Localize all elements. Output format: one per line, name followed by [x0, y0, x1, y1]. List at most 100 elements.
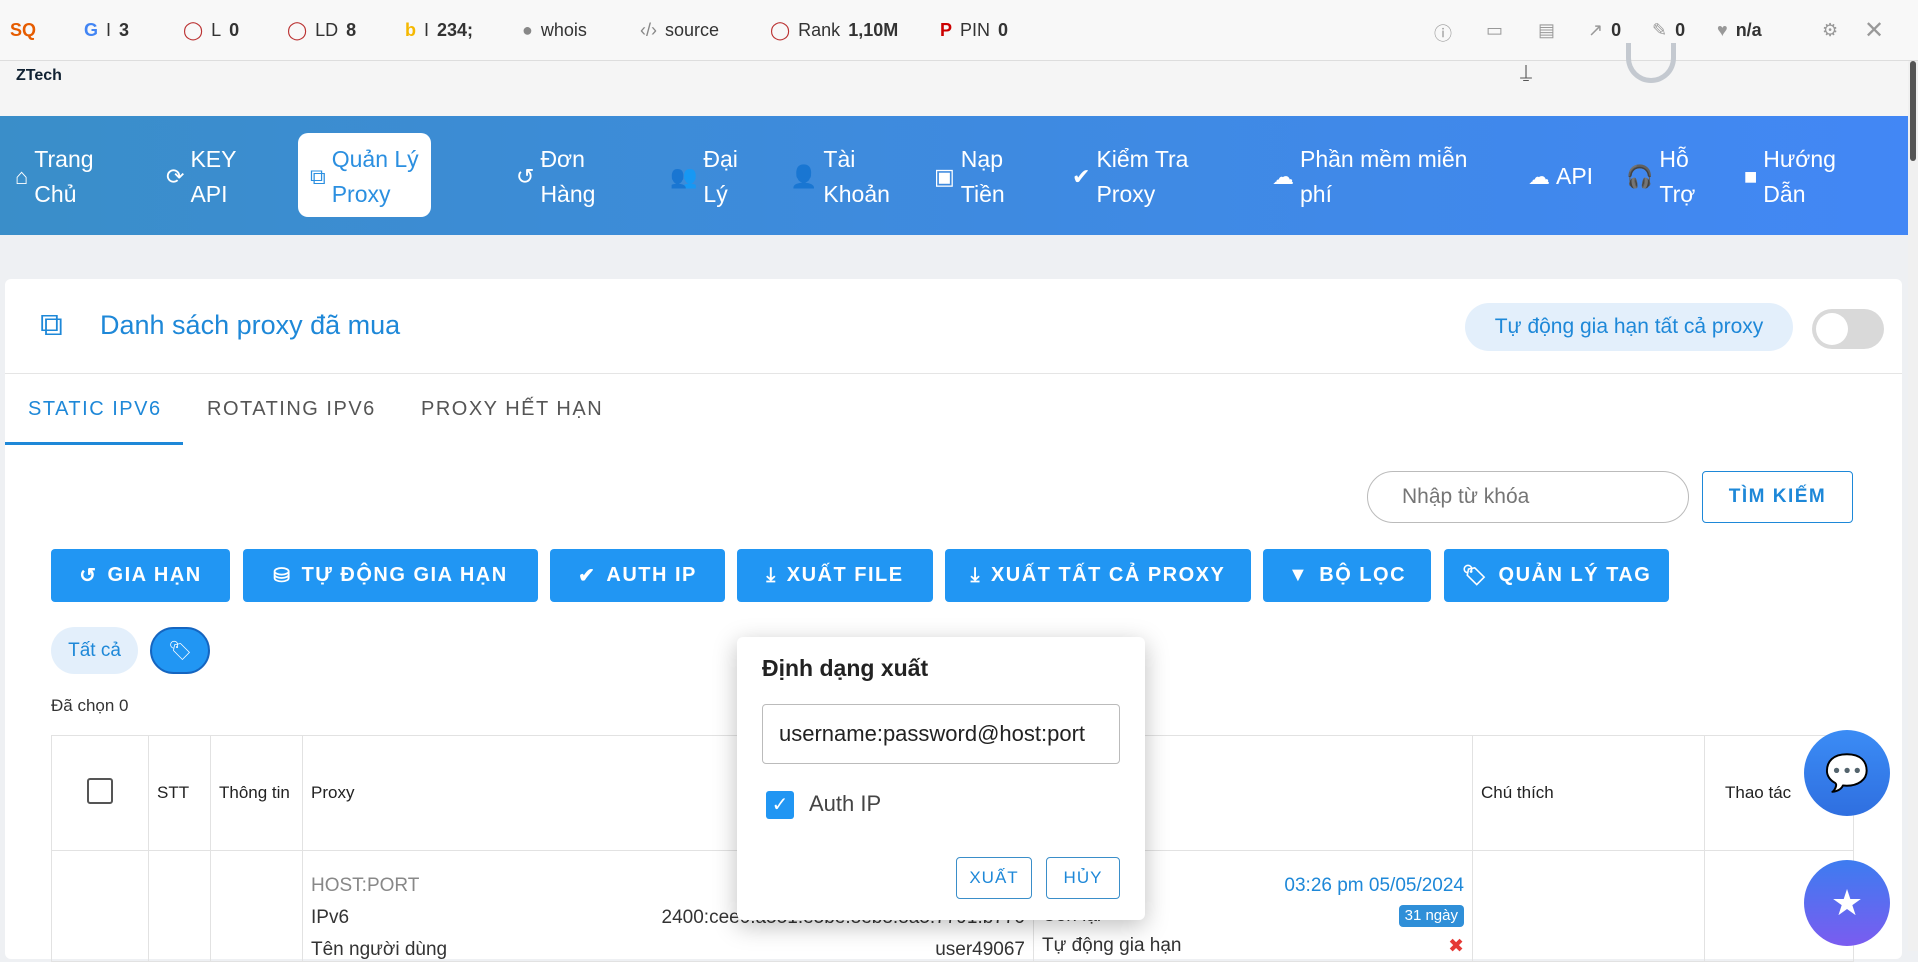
seoquake-logo[interactable]: SQ [10, 20, 36, 41]
username-value[interactable]: user49067 [935, 939, 1025, 961]
export-file-button[interactable]: ⤓ XUẤT FILE [737, 549, 933, 602]
person-icon: ● [522, 20, 533, 40]
nav-item-label: Hướng Dẫn [1763, 142, 1836, 212]
x-icon[interactable]: ✖ [1448, 935, 1464, 958]
col-note: Chú thích [1472, 735, 1705, 851]
nav-item-9[interactable]: ☁ API [1528, 159, 1593, 194]
refresh-icon: ⟳ [166, 164, 185, 189]
code-icon: ‹/› [640, 20, 657, 40]
nav-item-6[interactable]: ▣ Nạp Tiền [934, 142, 1005, 212]
check-circle-icon: ✔ [1072, 164, 1091, 189]
manage-tag-button[interactable]: 🏷 QUẢN LÝ TAG [1444, 549, 1669, 602]
tab-static-ipv6[interactable]: STATIC IPV6 [28, 398, 162, 421]
bing-index[interactable]: b I 234; [405, 20, 473, 41]
internal-links[interactable]: ✎ 0 [1652, 20, 1685, 41]
remaining-badge: 31 ngày [1398, 905, 1464, 927]
auth-ip-button[interactable]: ✔ AUTH IP [550, 549, 725, 602]
nav-label-line2: Khoản [823, 181, 890, 207]
nav-label-line2: Proxy [331, 181, 391, 207]
logo[interactable]: ZTech [16, 67, 62, 85]
whois-link[interactable]: ● whois [522, 20, 587, 41]
close-icon[interactable]: ✕ [1864, 16, 1884, 45]
gear-icon[interactable]: ⚙ [1822, 20, 1838, 41]
auth-ip-label: Auth IP [809, 791, 882, 816]
nav-label-line2: API [190, 181, 228, 207]
pinterest-icon: P [940, 20, 953, 40]
favorite-button[interactable]: ★ [1804, 860, 1890, 946]
headset-icon: 🎧 [1626, 164, 1654, 189]
cancel-button[interactable]: HỦY [1046, 857, 1120, 899]
nav-item-10[interactable]: 🎧 Hỗ Trợ [1626, 142, 1695, 212]
nav-item-2[interactable]: ⧉ Quản Lý Proxy [298, 133, 431, 217]
export-button[interactable]: XUẤT [956, 857, 1032, 899]
nav-item-label: Phần mềm miễn phí [1300, 142, 1467, 212]
nav-item-4[interactable]: 👥 Đại Lý [670, 142, 738, 212]
renew-button[interactable]: ↺ GIA HẠN [51, 549, 230, 602]
rank[interactable]: ◯ Rank 1,10M [770, 20, 898, 41]
filter-all-chip[interactable]: Tất cả [51, 627, 138, 674]
info-icon[interactable]: ⓘ [1434, 20, 1452, 46]
nav-label-line1: KEY [190, 146, 237, 172]
tab-rotating-ipv6[interactable]: ROTATING IPV6 [207, 398, 376, 421]
nav-item-1[interactable]: ⟳ KEY API [166, 142, 236, 212]
nav-item-3[interactable]: ↺ Đơn Hàng [516, 142, 595, 212]
health[interactable]: ♥ n/a [1717, 20, 1762, 41]
nav-label-line1: Đại [703, 146, 738, 172]
source-link[interactable]: ‹/› source [640, 20, 719, 41]
document-icon[interactable]: ▤ [1538, 20, 1555, 41]
nav-label-line1: Trang [34, 146, 94, 172]
chat-button[interactable]: 💬 [1804, 730, 1890, 816]
auto-renew-all-toggle[interactable] [1812, 309, 1884, 349]
nav-item-0[interactable]: ⌂ Trang Chủ [15, 142, 94, 212]
google-index[interactable]: GI3 [84, 20, 129, 41]
check-circle-icon: ✔ [578, 565, 597, 587]
export-format-dialog: Định dạng xuất username:password@host:po… [737, 637, 1145, 920]
download-icon: ⤓ [766, 564, 777, 586]
select-all-checkbox[interactable] [87, 777, 113, 804]
auth-ip-checkbox[interactable]: ✓ [766, 791, 794, 819]
nav-item-label: Nạp Tiền [961, 142, 1005, 212]
avatar[interactable] [1626, 43, 1676, 83]
history-icon: ↺ [516, 164, 535, 189]
auto-renew-button[interactable]: ⛁ TỰ ĐỘNG GIA HẠN [243, 549, 538, 602]
circle-icon: ◯ [183, 20, 204, 40]
nav-item-8[interactable]: ☁ Phần mềm miễn phí [1272, 142, 1467, 212]
filter-icon: ▼ [1287, 564, 1310, 586]
tag-icon: 🏷 [167, 640, 193, 662]
auto-renew-all-label: Tự động gia hạn tất cả proxy [1465, 303, 1793, 351]
active-tab-indicator [5, 442, 183, 445]
nav-label-line2: phí [1300, 181, 1332, 207]
chat-icon: 💬 [1824, 752, 1870, 793]
bell-icon[interactable]: ⍊ [1520, 61, 1532, 84]
links-count[interactable]: ◯ L 0 [183, 20, 239, 41]
col-stt: STT [148, 735, 211, 851]
tag-filter-chip[interactable]: 🏷 [150, 627, 210, 674]
external-links[interactable]: ↗ 0 [1588, 20, 1621, 41]
divider [5, 373, 1902, 374]
site-header: ZTech ⍊ [0, 43, 1908, 116]
cloud-icon: ☁ [1528, 164, 1550, 189]
monitor-icon[interactable]: ▭ [1486, 20, 1503, 41]
toolbox-icon: ⛁ [273, 565, 292, 587]
pinterest[interactable]: P PIN 0 [940, 20, 1008, 41]
tab-expired-proxy[interactable]: PROXY HẾT HẠN [421, 398, 603, 421]
linking-domains[interactable]: ◯ LD 8 [287, 20, 356, 41]
nav-label-line2: Chủ [34, 181, 77, 207]
selected-count: Đã chọn 0 [51, 696, 129, 715]
nav-item-5[interactable]: 👤 Tài Khoản [790, 142, 890, 212]
format-input[interactable]: username:password@host:port [762, 704, 1120, 764]
search-button[interactable]: TÌM KIẾM [1702, 471, 1853, 523]
search-input[interactable] [1367, 471, 1689, 523]
nav-label-line2: Proxy [1096, 181, 1156, 207]
nav-item-label: Đơn Hàng [540, 142, 595, 212]
ipv6-label: IPv6 [311, 907, 350, 928]
wallet-icon: ▣ [934, 164, 955, 189]
nav-item-label: Tài Khoản [823, 142, 890, 212]
nav-item-11[interactable]: ■ Hướng Dẫn [1744, 142, 1836, 212]
nav-item-7[interactable]: ✔ Kiểm Tra Proxy [1072, 142, 1188, 212]
export-all-button[interactable]: ⤓ XUẤT TẤT CẢ PROXY [945, 549, 1251, 602]
filter-button[interactable]: ▼ BỘ LỌC [1263, 549, 1431, 602]
auto-renew-label: Tự động gia hạn [1042, 935, 1182, 956]
nav-label-line1: Đơn [540, 146, 585, 172]
page-scrollbar[interactable] [1908, 61, 1918, 951]
